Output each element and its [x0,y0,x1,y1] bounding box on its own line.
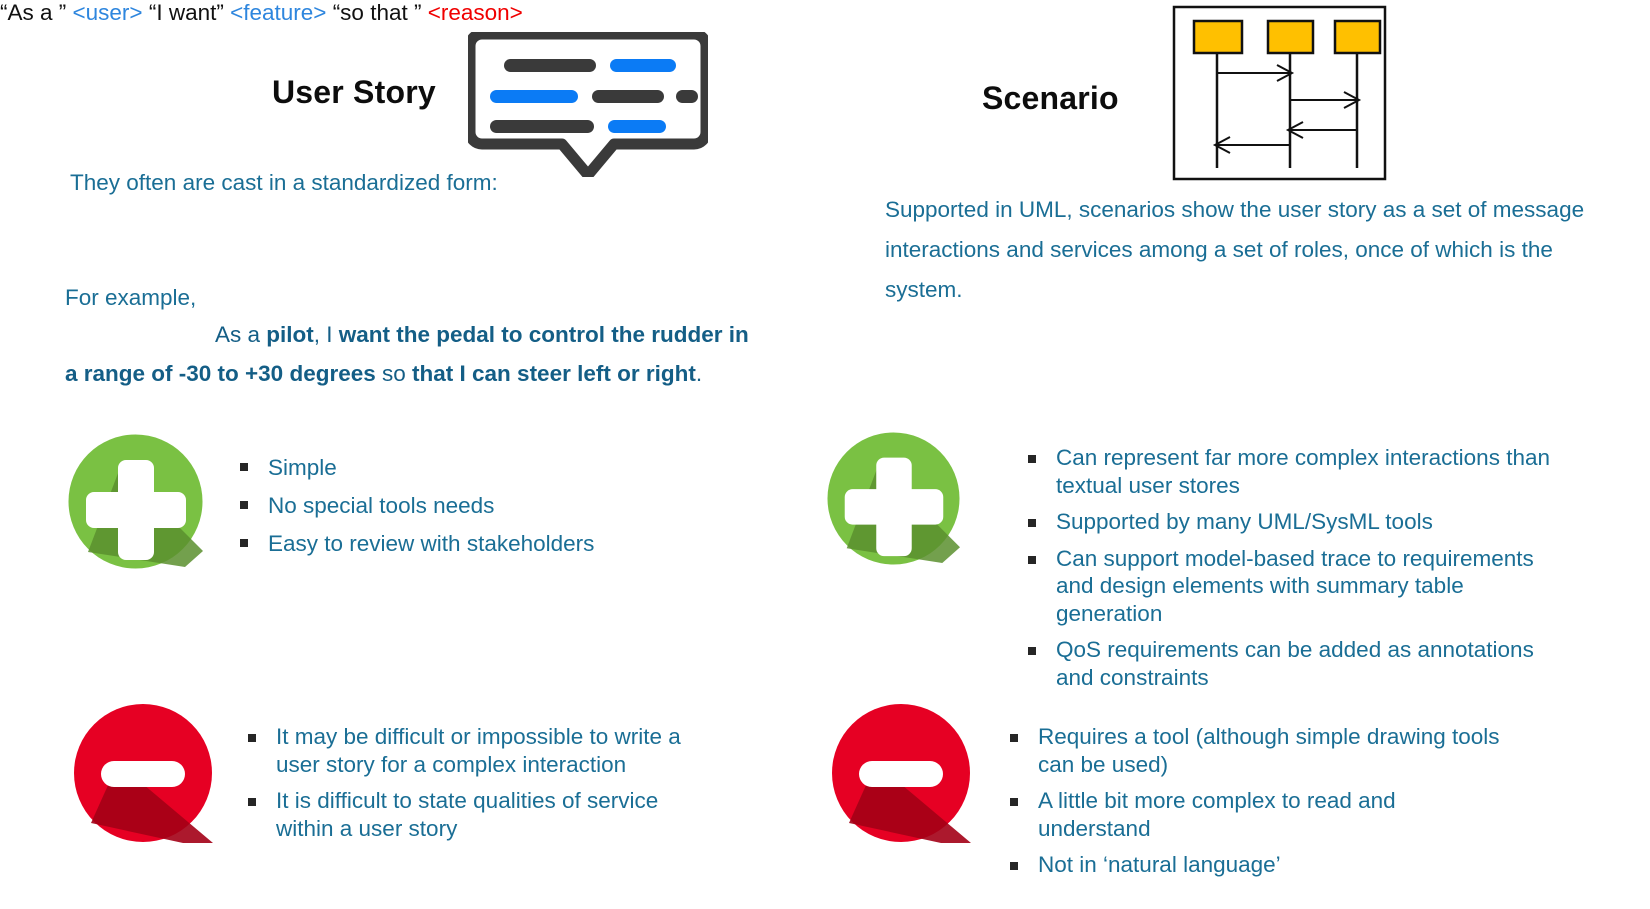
intro-line: They often are cast in a standardized fo… [70,170,498,195]
user-story-cons-list: It may be difficult or impossible to wri… [245,723,715,851]
page-title-user-story: User Story [272,74,436,110]
list-item: It is difficult to state qualities of se… [245,787,715,842]
minus-icon [73,703,213,843]
template-seg-user: <user> [72,0,143,25]
plus-icon [68,434,203,569]
example-seg-as-a: As a [215,322,267,347]
template-seg-feature: <feature> [230,0,327,25]
speech-bubble-icon [464,28,712,181]
list-item: It may be difficult or impossible to wri… [245,723,715,778]
list-item: Not in ‘natural language’ [1007,851,1507,879]
sequence-diagram-icon [1172,3,1387,183]
template-seg-so-that: “so that ” [326,0,428,25]
scenario-description: Supported in UML, scenarios show the use… [885,197,1585,302]
user-story-template-line: “As a ” <user> “I want” <feature> “so th… [0,0,1650,26]
template-seg-as-a: “As a ” [0,0,73,25]
example-seg-period: . [695,361,703,386]
for-example-label: For example, [65,285,197,310]
example-seg-pilot: pilot [266,322,314,347]
list-item: Can represent far more complex interacti… [1025,444,1555,499]
example-seg-so: so [375,361,413,386]
list-item: A little bit more complex to read and un… [1007,787,1507,842]
list-item: Can support model-based trace to require… [1025,545,1555,628]
list-item: Easy to review with stakeholders [237,528,657,559]
scenario-pros-list: Can represent far more complex interacti… [1025,444,1555,700]
example-seg-that-clause: that I can steer left or right [412,361,696,386]
scenario-cons-list: Requires a tool (although simple drawing… [1007,723,1507,888]
user-story-pros-list: Simple No special tools needs Easy to re… [237,452,657,566]
minus-icon [831,703,971,843]
list-item: Requires a tool (although simple drawing… [1007,723,1507,778]
user-story-example: As a pilot, I want the pedal to control … [65,315,765,393]
list-item: Simple [237,452,657,483]
plus-icon [827,432,960,565]
template-seg-i-want: “I want” [142,0,231,25]
example-seg-comma-i: , I [313,322,339,347]
list-item: QoS requirements can be added as annotat… [1025,636,1555,691]
page-title-scenario: Scenario [982,80,1119,116]
slide-canvas: User Story They often are cast in a stan… [0,0,1650,909]
list-item: No special tools needs [237,490,657,521]
list-item: Supported by many UML/SysML tools [1025,508,1555,536]
template-seg-reason: <reason> [427,0,523,25]
